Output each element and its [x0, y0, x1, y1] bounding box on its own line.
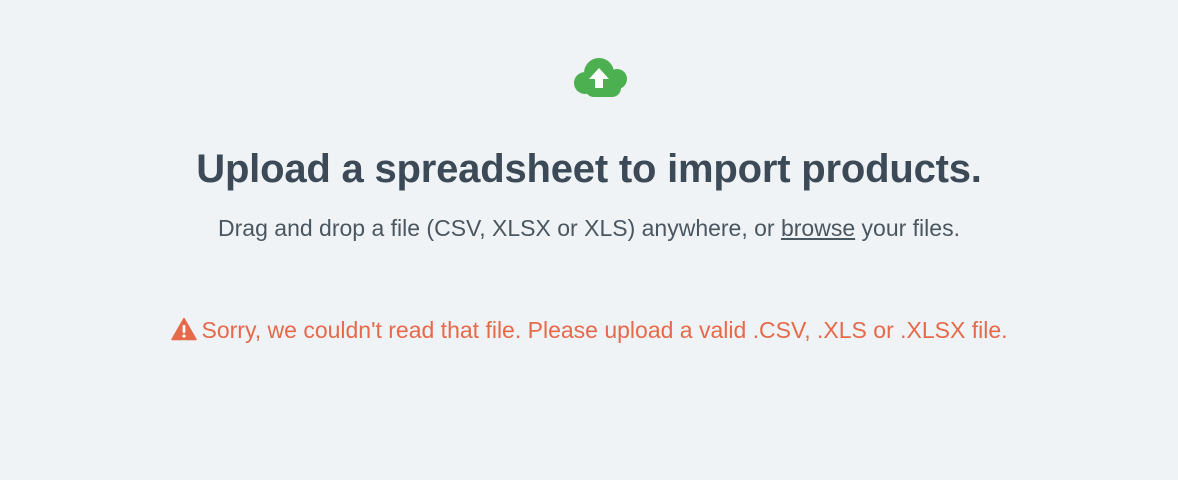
page-title: Upload a spreadsheet to import products. — [196, 147, 982, 191]
cloud-upload-icon[interactable] — [573, 56, 629, 100]
error-message: Sorry, we couldn't read that file. Pleas… — [0, 314, 1178, 346]
instructions-text-before: Drag and drop a file (CSV, XLSX or XLS) … — [218, 215, 781, 241]
instructions-text-after: your files. — [855, 215, 960, 241]
warning-icon — [170, 317, 197, 341]
upload-instructions: Drag and drop a file (CSV, XLSX or XLS) … — [0, 212, 1178, 244]
error-text: Sorry, we couldn't read that file. Pleas… — [201, 317, 1008, 343]
upload-page: Upload a spreadsheet to import products.… — [0, 0, 1178, 480]
browse-link[interactable]: browse — [781, 215, 855, 241]
